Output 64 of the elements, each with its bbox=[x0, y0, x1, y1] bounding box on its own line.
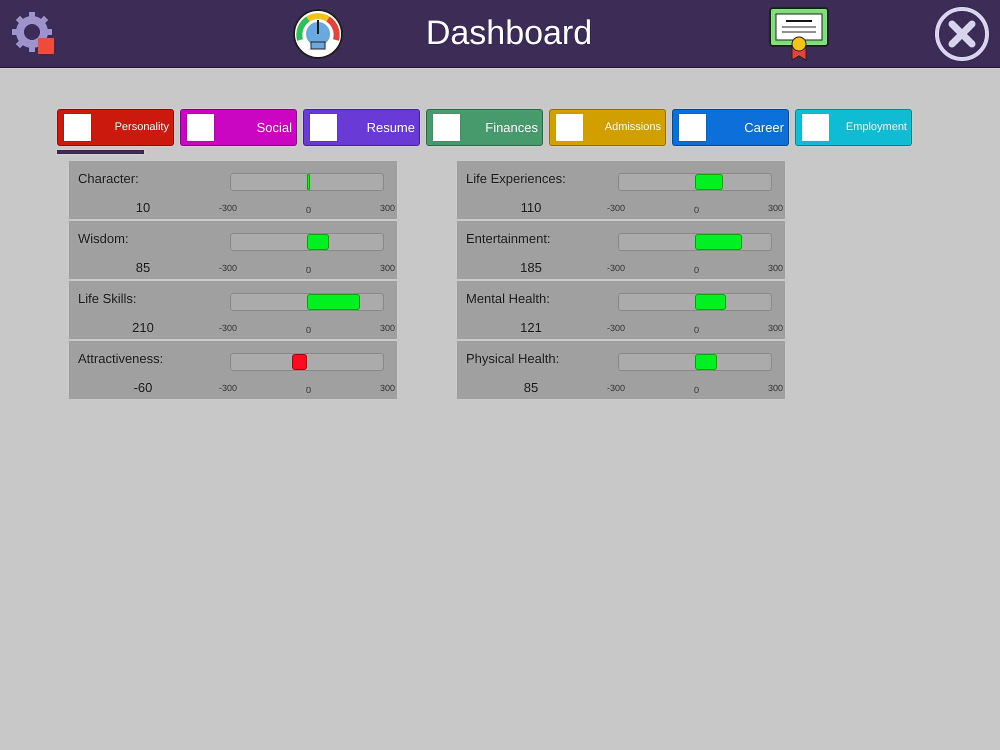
blank-icon bbox=[802, 114, 829, 141]
scale-label: -300 bbox=[219, 202, 238, 215]
meter-fill bbox=[695, 234, 742, 250]
stat-value: 110 bbox=[520, 199, 542, 217]
category-tab[interactable]: Social bbox=[180, 109, 297, 146]
stat-label: Life Experiences: bbox=[466, 170, 566, 188]
category-tab[interactable]: Career bbox=[672, 109, 789, 146]
meter-fill bbox=[307, 234, 329, 250]
category-tab[interactable]: Personality bbox=[57, 109, 174, 146]
scale-label: 300 bbox=[380, 322, 395, 335]
category-tab[interactable]: Finances bbox=[426, 109, 543, 146]
blank-icon bbox=[433, 114, 460, 141]
meter-fill bbox=[307, 294, 360, 310]
scale-label: 0 bbox=[694, 204, 699, 217]
scale-label: -300 bbox=[607, 322, 626, 335]
scale-label: 0 bbox=[306, 204, 311, 217]
stat-value: 85 bbox=[134, 259, 152, 277]
scale-label: -300 bbox=[219, 382, 238, 395]
blank-icon bbox=[679, 114, 706, 141]
stat-label: Physical Health: bbox=[466, 350, 560, 368]
category-tab[interactable]: Resume bbox=[303, 109, 420, 146]
meter-fill bbox=[292, 354, 307, 370]
scale-label: 0 bbox=[306, 264, 311, 277]
scale-label: 300 bbox=[768, 382, 783, 395]
blank-icon bbox=[556, 114, 583, 141]
stat-label: Mental Health: bbox=[466, 290, 550, 308]
scale-label: 0 bbox=[694, 324, 699, 337]
scale-label: -300 bbox=[219, 262, 238, 275]
scale-label: 0 bbox=[694, 264, 699, 277]
scale-label: 300 bbox=[768, 202, 783, 215]
scale-label: -300 bbox=[219, 322, 238, 335]
meter-fill bbox=[695, 354, 717, 370]
scale-label: -300 bbox=[607, 382, 626, 395]
meter-fill bbox=[307, 174, 310, 190]
blank-icon bbox=[310, 114, 337, 141]
speedometer-icon[interactable] bbox=[292, 8, 344, 60]
stat-value: 10 bbox=[134, 199, 152, 217]
stat-label: Character: bbox=[78, 170, 139, 188]
scale-label: 300 bbox=[380, 382, 395, 395]
stat-label: Attractiveness: bbox=[78, 350, 164, 368]
stat-value: 185 bbox=[519, 259, 543, 277]
stat-label: Life Skills: bbox=[78, 290, 137, 308]
meter-fill bbox=[695, 174, 723, 190]
scale-label: -300 bbox=[607, 202, 626, 215]
scale-label: 0 bbox=[306, 384, 311, 397]
scale-label: 300 bbox=[768, 322, 783, 335]
stat-value: 85 bbox=[522, 379, 540, 397]
stat-value: -60 bbox=[132, 379, 154, 397]
stat-value: 121 bbox=[519, 319, 543, 337]
scale-label: 300 bbox=[380, 262, 395, 275]
scale-label: -300 bbox=[607, 262, 626, 275]
scale-label: 0 bbox=[694, 384, 699, 397]
scale-label: 300 bbox=[380, 202, 395, 215]
certificate-icon[interactable] bbox=[768, 6, 830, 62]
scale-label: 300 bbox=[768, 262, 783, 275]
stat-label: Entertainment: bbox=[466, 230, 551, 248]
close-icon[interactable] bbox=[934, 6, 990, 62]
blank-icon bbox=[64, 114, 91, 141]
meter-fill bbox=[695, 294, 726, 310]
scale-label: 0 bbox=[306, 324, 311, 337]
stat-label: Wisdom: bbox=[78, 230, 129, 248]
blank-icon bbox=[187, 114, 214, 141]
page-title: Dashboard bbox=[426, 13, 592, 54]
stat-value: 210 bbox=[131, 319, 155, 337]
